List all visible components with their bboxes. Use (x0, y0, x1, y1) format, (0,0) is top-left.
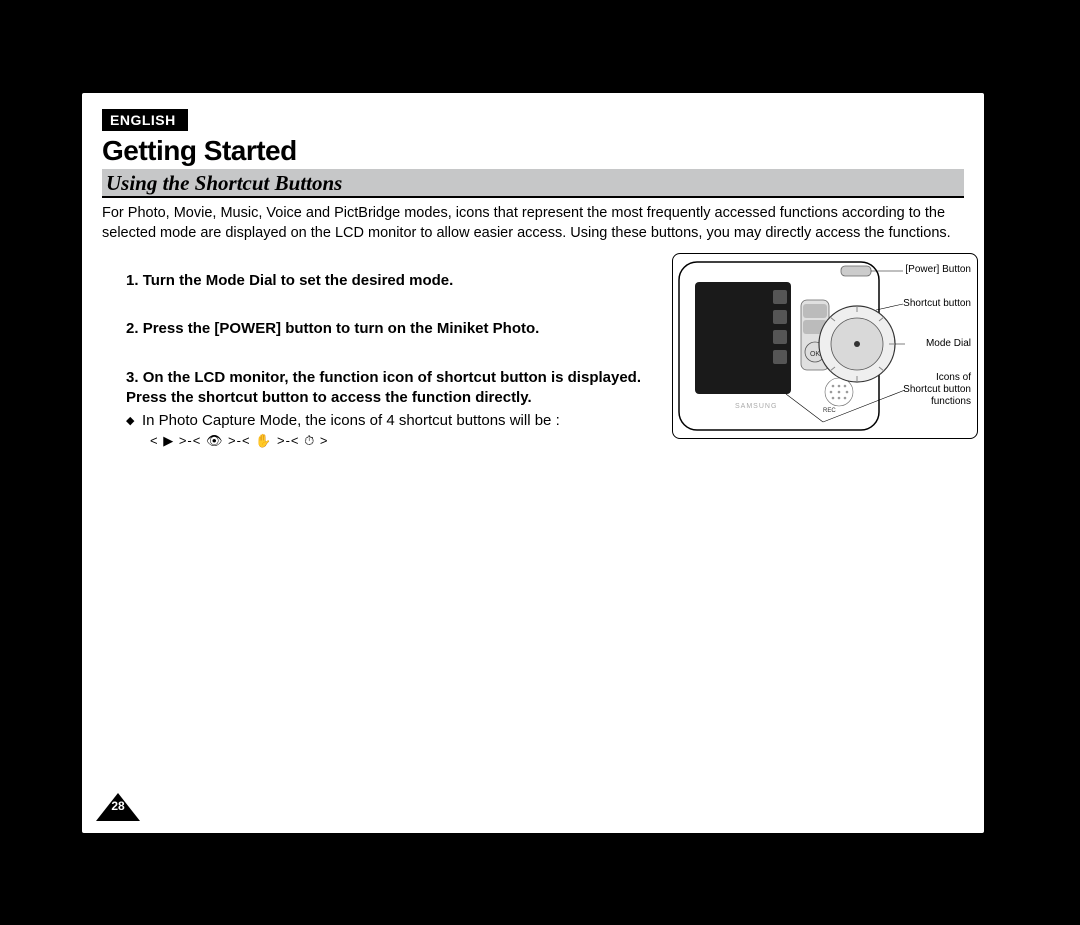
step-3: On the LCD monitor, the function icon of… (126, 368, 686, 450)
icons-line: < ▶ >-< 👁 >-< ✋ >-< ⏱ > (150, 432, 328, 450)
label-shortcut-button: Shortcut button (903, 298, 971, 309)
label-shortcut-button-2: Shortcut button (903, 384, 971, 395)
svg-text:REC: REC (823, 408, 836, 414)
language-badge: ENGLISH (102, 109, 188, 131)
camera-diagram: OK REC (672, 253, 978, 439)
section-subtitle: Using the Shortcut Buttons (104, 171, 964, 196)
step-1-text: Turn the Mode Dial to set the desired mo… (143, 272, 454, 289)
page-number: 28 (96, 799, 140, 813)
steps-container: Turn the Mode Dial to set the desired mo… (102, 271, 964, 450)
label-functions: functions (931, 396, 971, 407)
step-3-bullet-text: In Photo Capture Mode, the icons of 4 sh… (142, 412, 560, 429)
subtitle-bar: Using the Shortcut Buttons (102, 169, 964, 198)
page-title: Getting Started (102, 135, 964, 167)
step-2-text: Press the [POWER] button to turn on the … (143, 320, 540, 337)
svg-text:OK: OK (810, 351, 820, 358)
shortcut-icons-row: < ▶ >-< 👁 >-< ✋ >-< ⏱ > (126, 431, 686, 449)
step-3-bullet: In Photo Capture Mode, the icons of 4 sh… (126, 411, 686, 431)
intro-paragraph: For Photo, Movie, Music, Voice and PictB… (102, 204, 964, 243)
label-icons-of: Icons of (936, 372, 971, 383)
step-3-text: On the LCD monitor, the function icon of… (143, 369, 641, 386)
label-power-button: [Power] Button (905, 264, 971, 275)
page-number-marker: 28 (96, 793, 140, 821)
step-2: Press the [POWER] button to turn on the … (126, 319, 686, 339)
manual-page: ENGLISH Getting Started Using the Shortc… (82, 93, 984, 833)
step-1: Turn the Mode Dial to set the desired mo… (126, 271, 686, 291)
svg-text:SAMSUNG: SAMSUNG (735, 403, 777, 410)
step-3-extra: Press the shortcut button to access the … (126, 389, 532, 406)
label-mode-dial: Mode Dial (926, 338, 971, 349)
